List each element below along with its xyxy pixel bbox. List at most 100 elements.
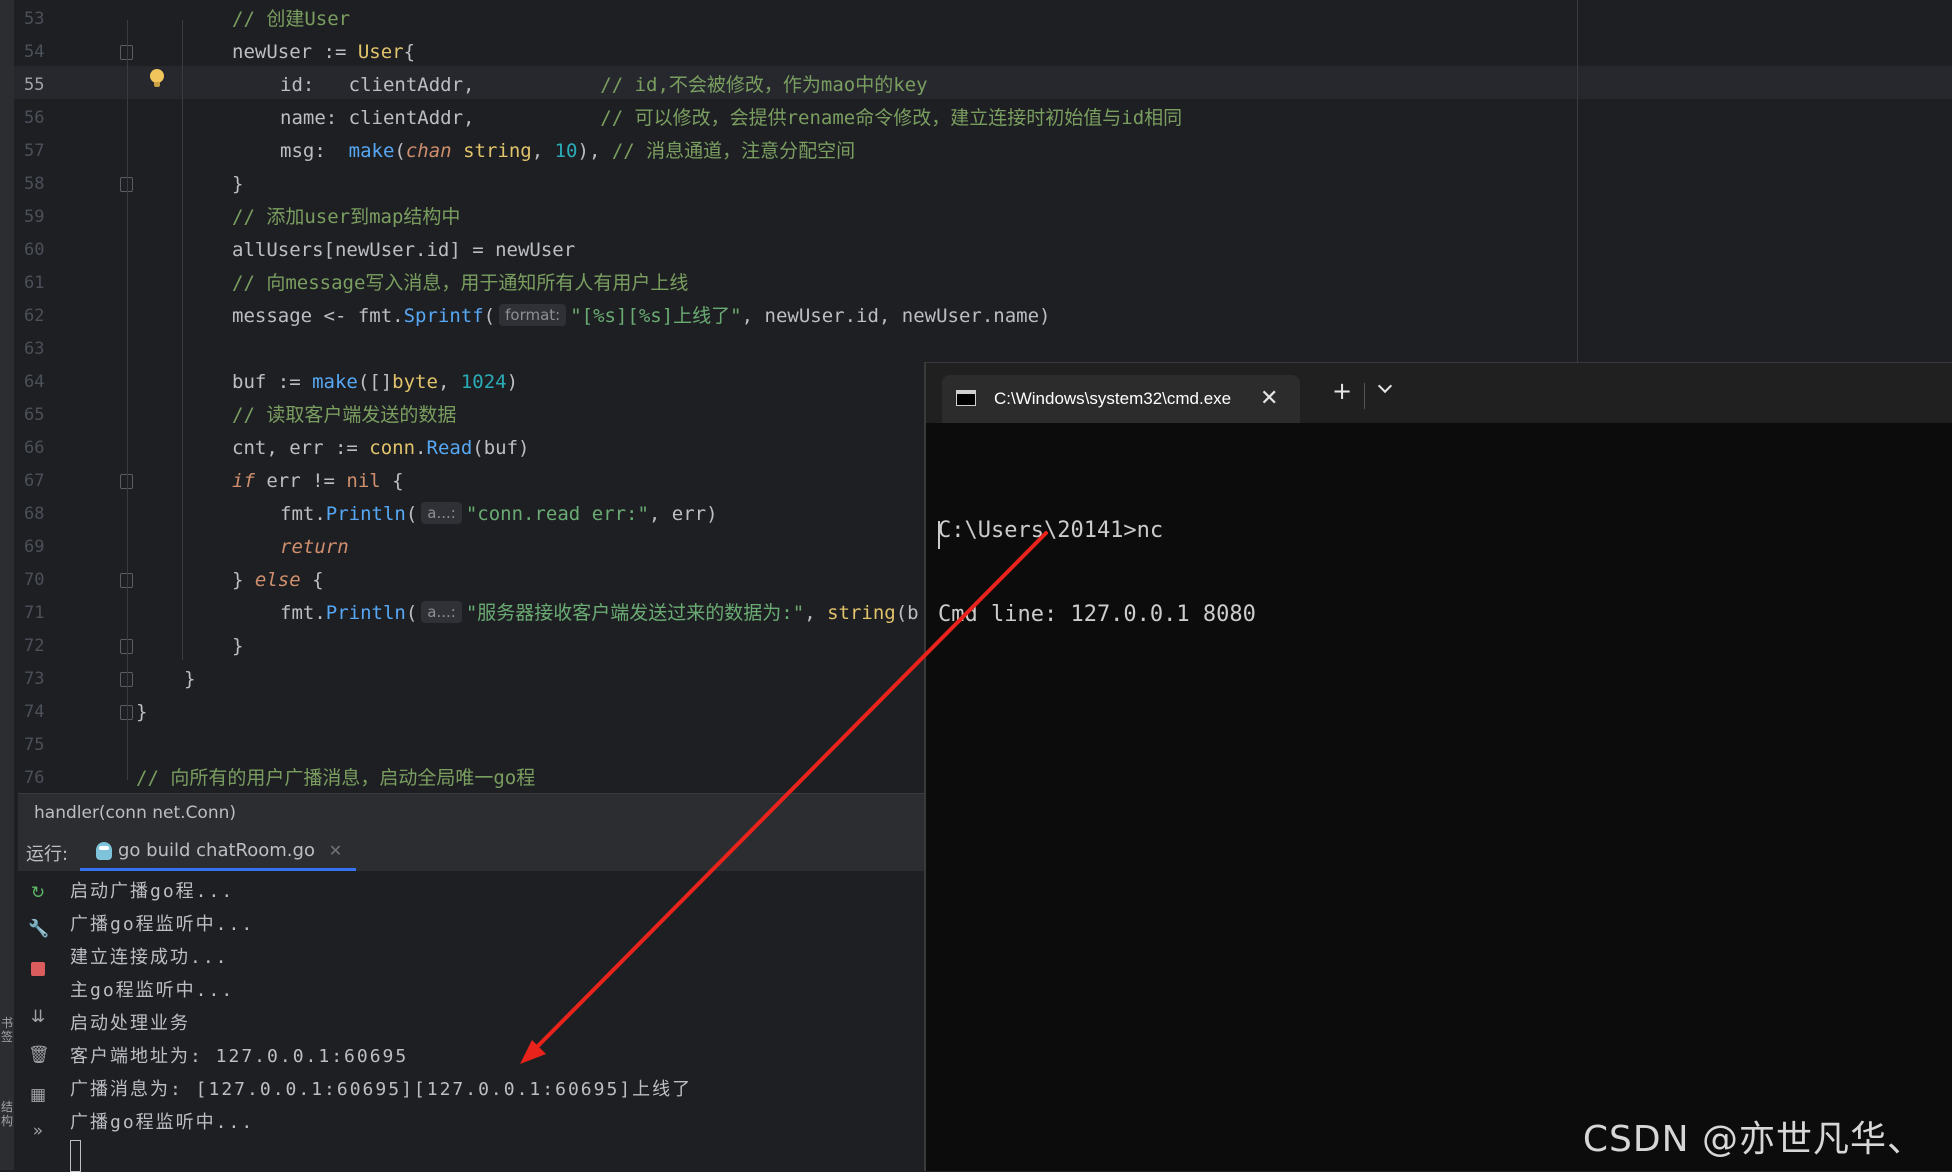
cmd-window[interactable]: C:\Windows\system32\cmd.exe ✕ + C:\Users… bbox=[924, 362, 1952, 1171]
line-number[interactable]: 61 bbox=[24, 267, 64, 300]
line-number[interactable]: 62 bbox=[24, 300, 64, 333]
line-number[interactable]: 76 bbox=[24, 762, 64, 795]
breadcrumb[interactable]: handler(conn net.Conn) bbox=[18, 793, 928, 831]
code-token: // 向message写入消息，用于通知所有人有用户上线 bbox=[232, 272, 689, 294]
line-number[interactable]: 69 bbox=[24, 531, 64, 564]
line-number[interactable]: 60 bbox=[24, 234, 64, 267]
code-token: } bbox=[232, 173, 244, 195]
code-token: { bbox=[300, 569, 324, 591]
line-number[interactable]: 70 bbox=[24, 564, 64, 597]
line-number[interactable]: 56 bbox=[24, 102, 64, 135]
stop-icon[interactable] bbox=[28, 961, 48, 981]
code-line[interactable]: fmt.Println(a...: "conn.read err:", err) bbox=[280, 498, 718, 531]
close-icon[interactable]: ✕ bbox=[329, 841, 342, 860]
line-number[interactable]: 55 bbox=[24, 69, 64, 102]
code-line[interactable]: msg: make(chan string, 10), // 消息通道，注意分配… bbox=[280, 135, 855, 168]
terminal-output[interactable]: C:\Users\20141>nc Cmd line: 127.0.0.1 80… bbox=[938, 461, 1256, 685]
line-number[interactable]: 73 bbox=[24, 663, 64, 696]
chevron-down-icon[interactable] bbox=[1377, 378, 1393, 394]
console-line: 广播消息为: [127.0.0.1:60695][127.0.0.1:60695… bbox=[70, 1079, 693, 1100]
code-line[interactable]: buf := make([]byte, 1024) bbox=[232, 366, 518, 399]
terminal-tab[interactable]: C:\Windows\system32\cmd.exe ✕ bbox=[942, 375, 1300, 423]
console-line: 启动处理业务 bbox=[70, 1013, 190, 1034]
line-number[interactable]: 57 bbox=[24, 135, 64, 168]
rerun-icon[interactable]: ↻ bbox=[28, 883, 48, 903]
line-number[interactable]: 53 bbox=[24, 3, 64, 36]
console-line: 建立连接成功... bbox=[70, 947, 229, 968]
layout-icon[interactable]: ▦ bbox=[28, 1085, 48, 1105]
code-line[interactable]: } else { bbox=[232, 564, 324, 597]
code-token: (b bbox=[895, 602, 919, 624]
line-number[interactable]: 71 bbox=[24, 597, 64, 630]
terminal-tab-title: C:\Windows\system32\cmd.exe bbox=[994, 389, 1232, 408]
run-panel-header: 运行: go build chatRoom.go ✕ bbox=[18, 831, 928, 871]
code-line[interactable]: // 添加user到map结构中 bbox=[232, 201, 460, 234]
line-number[interactable]: 67 bbox=[24, 465, 64, 498]
code-line[interactable]: message <- fmt.Sprintf(format: "[%s][%s]上… bbox=[232, 300, 1050, 333]
code-line[interactable]: } bbox=[232, 630, 243, 663]
code-token: make bbox=[312, 371, 358, 393]
console-line: 主go程监听中... bbox=[70, 980, 235, 1001]
code-token: ( bbox=[483, 305, 496, 327]
structure-tab[interactable]: 结构 bbox=[0, 1100, 14, 1128]
code-line[interactable]: return bbox=[280, 531, 349, 564]
code-token: id: clientAddr, bbox=[280, 74, 601, 96]
code-token: message <- fmt. bbox=[232, 305, 404, 327]
right-margin-guide bbox=[1577, 0, 1578, 365]
code-line[interactable]: id: clientAddr, // id,不会被修改，作为mao中的key bbox=[280, 69, 928, 102]
line-number[interactable]: 54 bbox=[24, 36, 64, 69]
code-line[interactable]: fmt.Println(a...: "服务器接收客户端发送过来的数据为:", st… bbox=[280, 597, 919, 630]
code-token: ), bbox=[577, 140, 612, 162]
line-number[interactable]: 65 bbox=[24, 399, 64, 432]
line-number[interactable]: 68 bbox=[24, 498, 64, 531]
code-line[interactable]: // 向所有的用户广播消息，启动全局唯一go程 bbox=[136, 762, 535, 795]
tab-divider bbox=[1364, 383, 1365, 409]
code-line[interactable]: name: clientAddr, // 可以修改，会提供rename命令修改，… bbox=[280, 102, 1182, 135]
code-line[interactable]: // 创建User bbox=[232, 3, 350, 36]
code-token: "服务器接收客户端发送过来的数据为:" bbox=[465, 602, 805, 624]
line-number[interactable]: 66 bbox=[24, 432, 64, 465]
code-token: cnt, err := bbox=[232, 437, 370, 459]
code-token: , bbox=[804, 602, 828, 624]
code-token: // 消息通道，注意分配空间 bbox=[611, 140, 856, 162]
line-number[interactable]: 64 bbox=[24, 366, 64, 399]
code-line[interactable]: if err != nil { bbox=[232, 465, 404, 498]
console-input-line[interactable] bbox=[70, 1139, 930, 1172]
run-tab[interactable]: go build chatRoom.go ✕ bbox=[80, 831, 357, 871]
line-number[interactable]: 74 bbox=[24, 696, 64, 729]
code-line[interactable]: } bbox=[136, 696, 147, 729]
code-line[interactable]: // 向message写入消息，用于通知所有人有用户上线 bbox=[232, 267, 688, 300]
code-token: msg: bbox=[280, 140, 349, 162]
more-icon[interactable]: » bbox=[28, 1121, 48, 1141]
code-line[interactable]: allUsers[newUser.id] = newUser bbox=[232, 234, 575, 267]
code-token: conn bbox=[369, 437, 416, 459]
code-token: fmt. bbox=[280, 602, 326, 624]
line-number[interactable]: 63 bbox=[24, 333, 64, 366]
line-number[interactable]: 59 bbox=[24, 201, 64, 234]
run-panel: 运行: go build chatRoom.go ✕ ↻ 🔧 ⇊ 🗑 ▦ » 启… bbox=[18, 831, 930, 1172]
code-token: } bbox=[184, 668, 196, 690]
code-token: buf := bbox=[232, 371, 313, 393]
code-line[interactable]: newUser := User{ bbox=[232, 36, 415, 69]
line-number[interactable]: 75 bbox=[24, 729, 64, 762]
code-token: // 向所有的用户广播消息，启动全局唯一go程 bbox=[136, 767, 536, 789]
scroll-to-end-icon[interactable]: ⇊ bbox=[28, 1007, 48, 1027]
line-number[interactable]: 58 bbox=[24, 168, 64, 201]
line-number[interactable]: 72 bbox=[24, 630, 64, 663]
wrench-icon[interactable]: 🔧 bbox=[28, 919, 49, 939]
code-token: Println bbox=[325, 503, 406, 525]
code-line[interactable]: cnt, err := conn.Read(buf) bbox=[232, 432, 529, 465]
bookmarks-tab[interactable]: 书签 bbox=[0, 1016, 14, 1044]
code-token: { bbox=[380, 470, 404, 492]
plus-icon[interactable]: + bbox=[1332, 379, 1352, 403]
console-output[interactable]: 启动广播go程... 广播go程监听中... 建立连接成功... 主go程监听中...… bbox=[70, 875, 930, 1172]
close-icon[interactable]: ✕ bbox=[1260, 385, 1278, 411]
trash-icon[interactable]: 🗑 bbox=[28, 1045, 50, 1065]
code-token: (buf) bbox=[472, 437, 530, 459]
code-token: , bbox=[531, 140, 555, 162]
lightbulb-icon[interactable] bbox=[150, 69, 164, 87]
code-line[interactable]: // 读取客户端发送的数据 bbox=[232, 399, 456, 432]
code-line[interactable]: } bbox=[232, 168, 243, 201]
code-token: ( bbox=[405, 503, 418, 525]
code-line[interactable]: } bbox=[184, 663, 195, 696]
